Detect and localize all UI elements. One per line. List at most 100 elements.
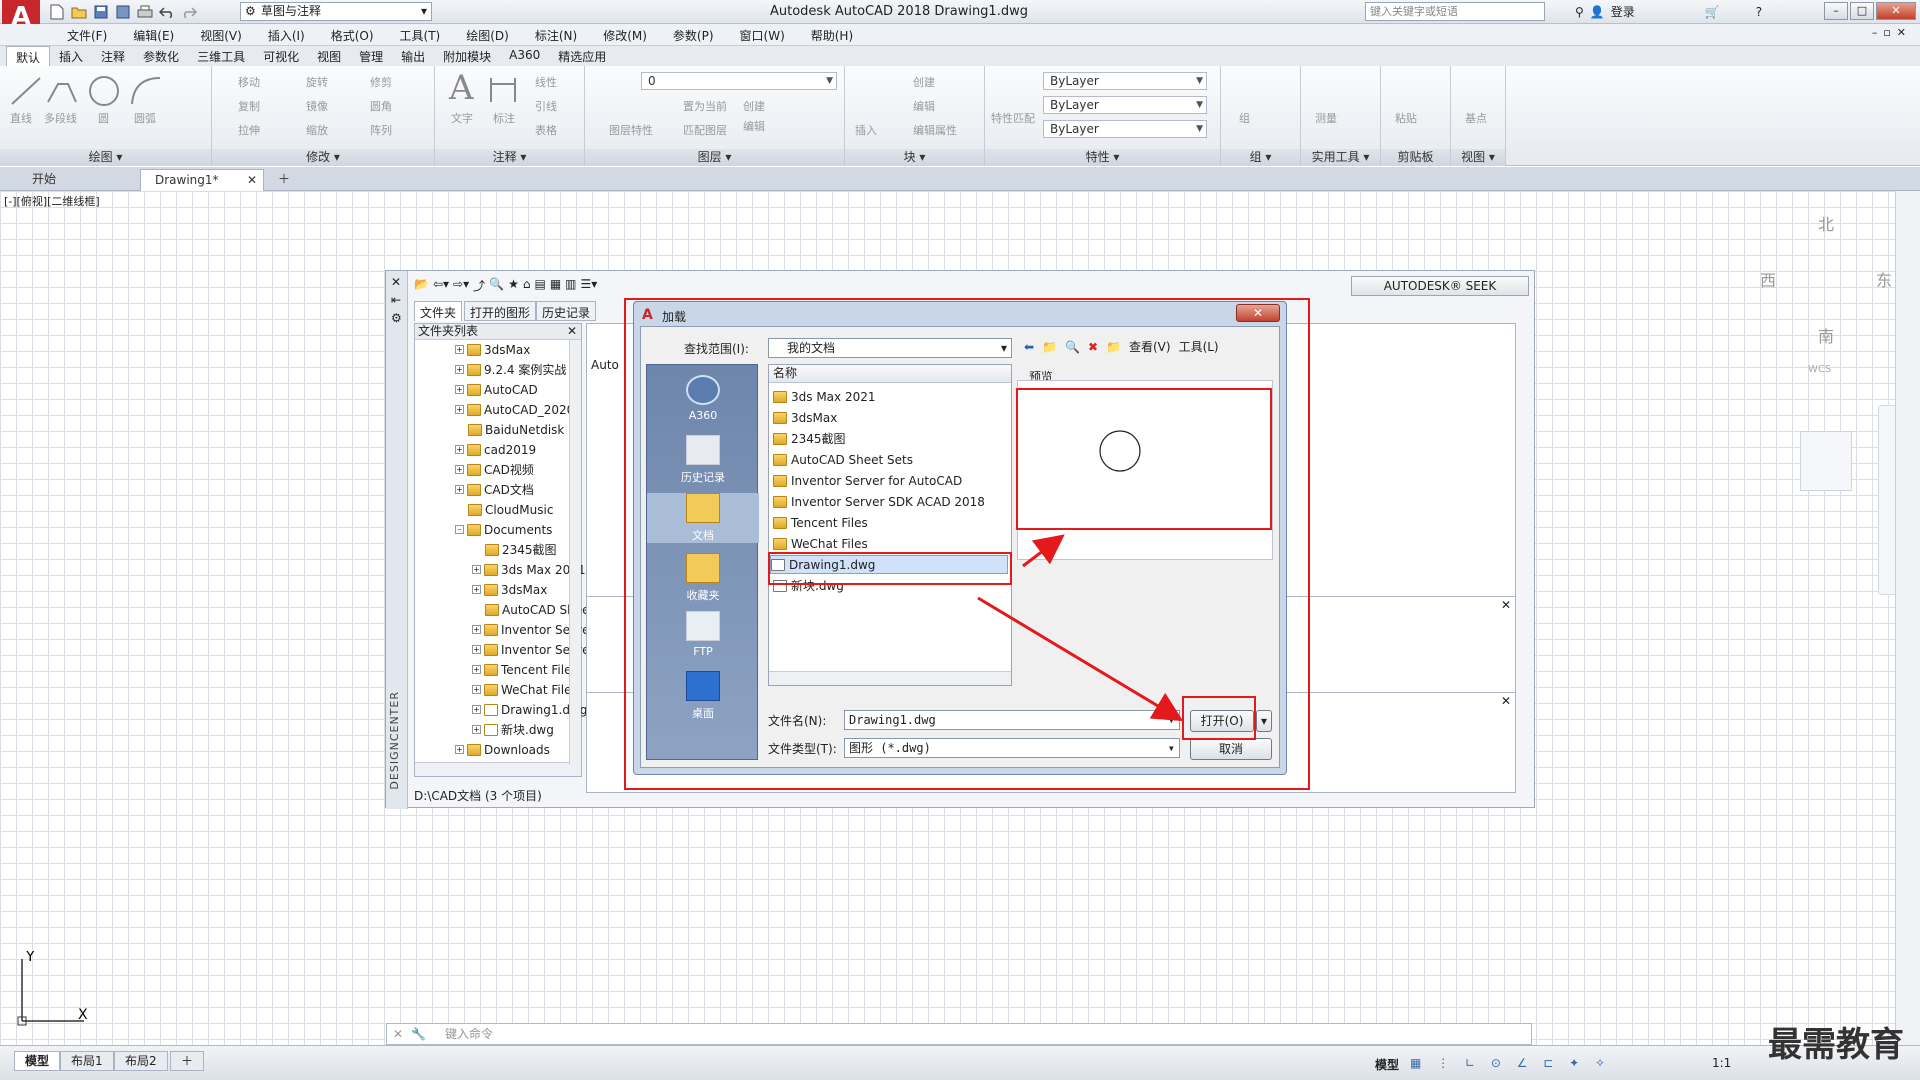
wrench-icon[interactable]: 🔧 [411, 1024, 426, 1044]
favorites-icon[interactable]: ★ [508, 277, 519, 297]
menu-edit[interactable]: 编辑(E) [120, 24, 187, 45]
tree-item[interactable]: +9.2.4 案例实战 [455, 360, 566, 379]
linetype-selector[interactable]: ByLayer ▼ [1043, 96, 1207, 114]
menu-help[interactable]: 帮助(H) [798, 24, 866, 45]
text-icon[interactable]: A [449, 68, 474, 108]
tab-a360[interactable]: A360 [500, 46, 549, 66]
panel-view-title[interactable]: 视图 ▾ [1451, 149, 1505, 166]
block-create[interactable]: 创建 [913, 74, 935, 90]
save-icon[interactable] [92, 3, 110, 21]
block-edit-attributes[interactable]: 编辑属性 [913, 122, 957, 138]
menu-format[interactable]: 格式(O) [318, 24, 387, 45]
close-icon[interactable]: ✕ [393, 1024, 403, 1044]
tree-item[interactable]: + Tencent Files [472, 660, 578, 679]
polyline-icon[interactable] [44, 72, 80, 110]
back-icon[interactable]: ⇦▾ [433, 277, 449, 297]
line-icon[interactable] [8, 72, 44, 110]
tree-v-scrollbar[interactable] [569, 340, 581, 764]
wcs-menu[interactable]: WCS [1808, 364, 1831, 375]
menu-file[interactable]: 文件(F) [54, 24, 120, 45]
views-icon[interactable]: ☰▾ [581, 277, 598, 297]
properties-icon[interactable]: ⚙ [391, 311, 402, 325]
binoculars-icon[interactable]: ⚲ [1575, 5, 1584, 19]
login-area[interactable]: ⚲ 👤 登录 🛒 ? [1575, 3, 1762, 20]
tree-item[interactable]: + cad2019 [455, 440, 536, 459]
leader-tool[interactable]: 引线 [535, 98, 557, 114]
menu-tools[interactable]: 工具(T) [387, 24, 454, 45]
viewcube-east[interactable]: 东 [1876, 267, 1892, 291]
tree-item[interactable]: + CAD文档 [455, 480, 534, 499]
tab-view[interactable]: 视图 [308, 46, 350, 66]
close-icon[interactable]: ✕ [1501, 694, 1511, 708]
viewcube-north[interactable]: 北 [1818, 211, 1834, 235]
tab-3d-tools[interactable]: 三维工具 [188, 46, 254, 66]
panel-layers-title[interactable]: 图层 ▾ [585, 149, 844, 166]
layer-edit[interactable]: 编辑 [743, 118, 765, 134]
redo-icon[interactable] [180, 3, 198, 21]
tree-item[interactable]: + AutoCAD [455, 380, 538, 399]
tree-item[interactable]: CloudMusic [468, 500, 553, 519]
login-label[interactable]: 登录 [1611, 3, 1635, 20]
tab-annotate[interactable]: 注释 [92, 46, 134, 66]
group-label[interactable]: 组 [1239, 110, 1250, 126]
arc-icon[interactable] [128, 72, 164, 110]
search-icon[interactable]: 🔍 [489, 277, 504, 297]
tab-manage[interactable]: 管理 [350, 46, 392, 66]
close-icon[interactable]: ✕ [391, 275, 401, 289]
new-tab-button[interactable]: ＋ [272, 169, 296, 191]
help-icon[interactable]: ? [1756, 5, 1762, 19]
tree-toggle-icon[interactable]: ▤ [534, 277, 545, 297]
tree-item[interactable]: + AutoCAD_2020 [455, 400, 574, 419]
menu-insert[interactable]: 插入(I) [255, 24, 318, 45]
up-icon[interactable]: ⤴ [473, 277, 485, 297]
layer-selector[interactable]: 0 ▼ [641, 72, 837, 90]
load-icon[interactable]: 📂 [414, 277, 429, 297]
tree-item[interactable]: +3dsMax [472, 580, 547, 599]
color-selector[interactable]: ByLayer ▼ [1043, 72, 1207, 90]
tab-layout1[interactable]: 布局1 [60, 1051, 114, 1071]
panel-group-title[interactable]: 组 ▾ [1221, 149, 1300, 166]
array-tool[interactable]: 阵列 [370, 122, 392, 138]
menu-dimension[interactable]: 标注(N) [522, 24, 590, 45]
description-icon[interactable]: ▥ [565, 277, 576, 297]
command-line[interactable]: ✕ 🔧 键入命令 [386, 1023, 1532, 1045]
menu-modify[interactable]: 修改(M) [590, 24, 660, 45]
panel-modify-title[interactable]: 修改 ▾ [212, 149, 434, 166]
match-properties-label[interactable]: 特性匹配 [991, 110, 1035, 126]
lineweight-selector[interactable]: ByLayer ▼ [1043, 120, 1207, 138]
doc-window-controls[interactable]: –▫✕ [1872, 26, 1912, 39]
autodesk-seek-button[interactable]: AUTODESK® SEEK [1351, 276, 1529, 296]
tab-folders[interactable]: 文件夹 [414, 301, 463, 321]
measure-label[interactable]: 测量 [1315, 110, 1337, 126]
preview-toggle-icon[interactable]: ▦ [550, 277, 561, 297]
tab-model[interactable]: 模型 [14, 1051, 61, 1071]
block-edit[interactable]: 编辑 [913, 98, 935, 114]
close-icon[interactable]: ✕ [567, 324, 577, 339]
scale-tool[interactable]: 缩放 [306, 122, 328, 138]
menu-draw[interactable]: 绘图(D) [453, 24, 522, 45]
tree-item[interactable]: + Downloads [455, 740, 550, 759]
paste-label[interactable]: 粘贴 [1395, 110, 1417, 126]
tab-default[interactable]: 默认 [6, 46, 51, 66]
panel-utilities-title[interactable]: 实用工具 ▾ [1301, 149, 1380, 166]
new-icon[interactable] [48, 3, 66, 21]
tab-parametric[interactable]: 参数化 [134, 46, 188, 66]
canvas-scrollbar[interactable] [1895, 191, 1920, 1045]
minimize-button[interactable]: – [1824, 2, 1848, 20]
tab-addins[interactable]: 附加模块 [434, 46, 500, 66]
tree-item[interactable]: + 新块.dwg [472, 720, 554, 739]
circle-icon[interactable] [86, 72, 122, 110]
tab-drawing1[interactable]: Drawing1* ✕ [140, 169, 264, 191]
annotation-scale[interactable]: 1:1 [1712, 1056, 1731, 1070]
tree-item[interactable]: 2345截图 [485, 540, 557, 559]
viewcube[interactable] [1800, 431, 1852, 491]
cart-icon[interactable]: 🛒 [1705, 5, 1720, 19]
viewcube-south[interactable]: 南 [1818, 323, 1834, 347]
menu-view[interactable]: 视图(V) [187, 24, 255, 45]
model-space-toggle[interactable]: 模型 [1375, 1056, 1399, 1073]
add-layout-button[interactable]: ＋ [170, 1051, 205, 1071]
table-tool[interactable]: 表格 [535, 122, 557, 138]
tree-h-scrollbar[interactable] [415, 762, 581, 776]
tab-open-drawings[interactable]: 打开的图形 [464, 301, 537, 321]
trim-tool[interactable]: 修剪 [370, 74, 392, 90]
